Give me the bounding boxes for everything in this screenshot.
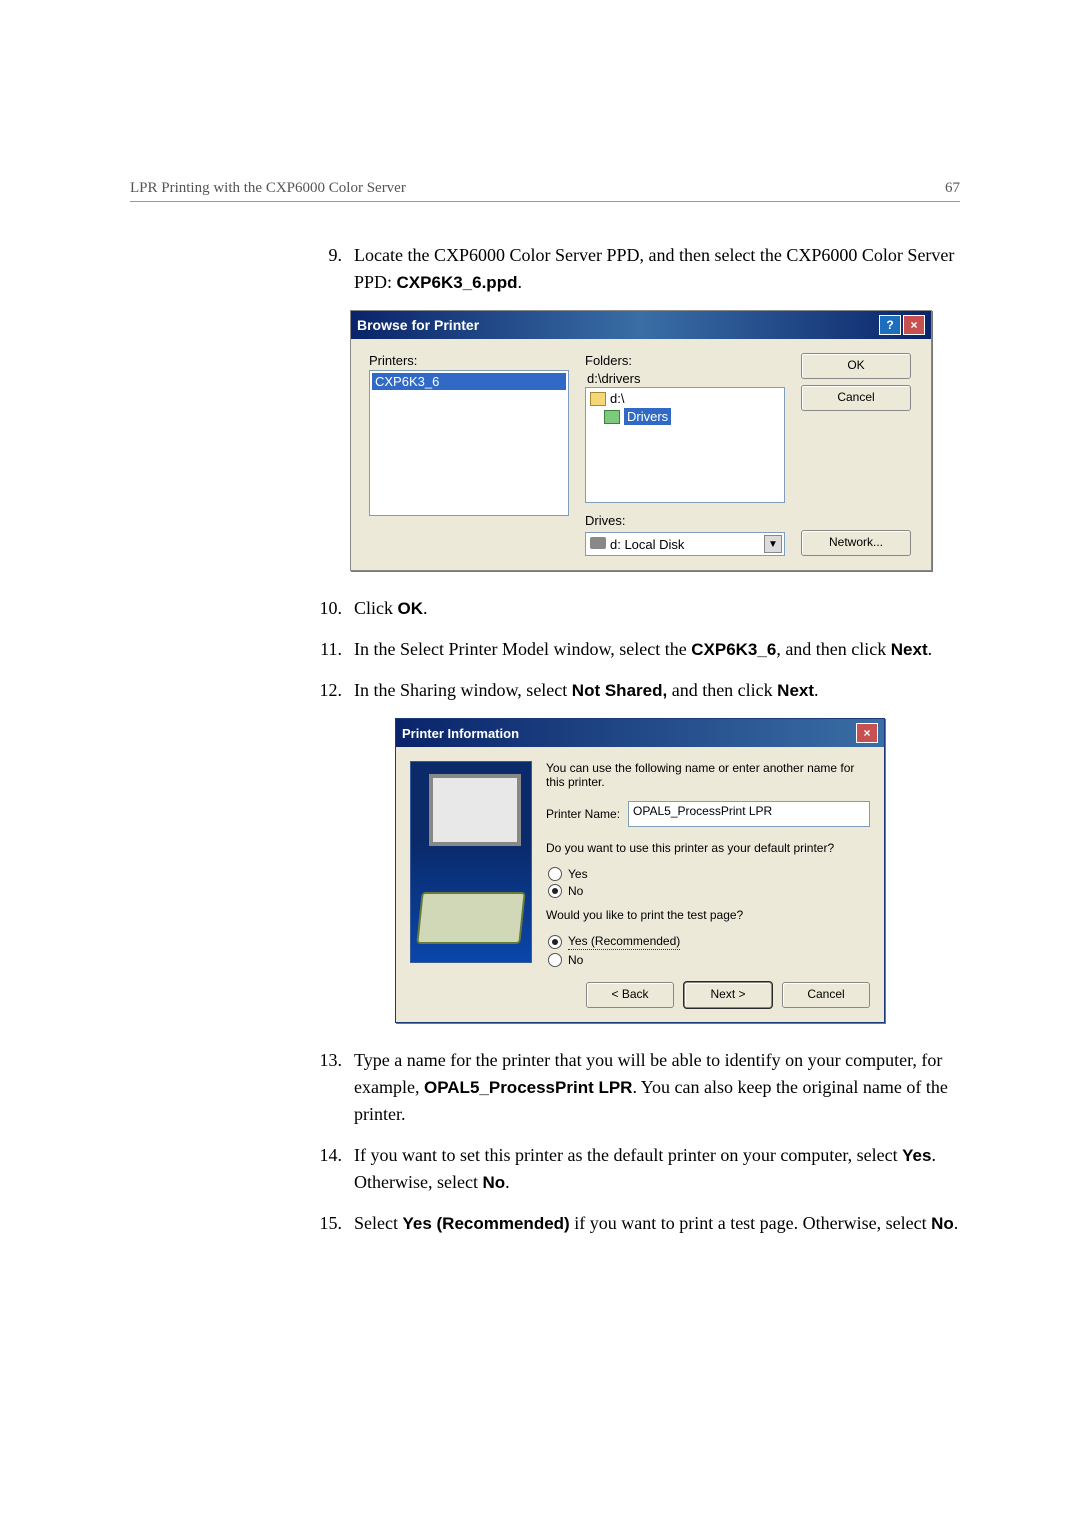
wizard-illustration [410, 761, 532, 963]
radio-icon [548, 884, 562, 898]
tree-item-drivers[interactable]: Drivers [602, 407, 782, 426]
cancel-button[interactable]: Cancel [801, 385, 911, 411]
step-text: Click OK. [354, 595, 960, 622]
drives-dropdown[interactable]: d: Local Disk ▼ [585, 532, 785, 556]
default-printer-question: Do you want to use this printer as your … [546, 841, 870, 855]
ok-button[interactable]: OK [801, 353, 911, 379]
dialog-title: Browse for Printer [357, 317, 479, 333]
radio-default-no[interactable]: No [548, 884, 870, 898]
radio-icon [548, 935, 562, 949]
step-12: 12. In the Sharing window, select Not Sh… [310, 677, 960, 704]
back-button[interactable]: < Back [586, 982, 674, 1008]
radio-icon [548, 953, 562, 967]
header-left: LPR Printing with the CXP6000 Color Serv… [130, 180, 406, 197]
step-text: Locate the CXP6000 Color Server PPD, and… [354, 242, 960, 296]
printers-listbox[interactable]: CXP6K3_6 [369, 370, 569, 516]
header-page-number: 67 [945, 180, 960, 197]
help-icon[interactable]: ? [879, 315, 901, 335]
step-10: 10. Click OK. [310, 595, 960, 622]
step-11: 11. In the Select Printer Model window, … [310, 636, 960, 663]
dialog-title: Printer Information [402, 726, 519, 741]
close-icon[interactable]: × [903, 315, 925, 335]
step-text: Type a name for the printer that you wil… [354, 1047, 960, 1128]
step-14: 14. If you want to set this printer as t… [310, 1142, 960, 1196]
step-number: 11. [310, 636, 342, 663]
printer-information-dialog: Printer Information × You can use the fo… [395, 718, 885, 1023]
folders-listbox[interactable]: d:\ Drivers [585, 387, 785, 503]
radio-testpage-no[interactable]: No [548, 953, 870, 967]
radio-default-yes[interactable]: Yes [548, 867, 870, 881]
printer-name-input[interactable]: OPAL5_ProcessPrint LPR [628, 801, 870, 827]
close-icon[interactable]: × [856, 723, 878, 743]
step-15: 15. Select Yes (Recommended) if you want… [310, 1210, 960, 1237]
step-number: 15. [310, 1210, 342, 1237]
step-13: 13. Type a name for the printer that you… [310, 1047, 960, 1128]
dialog-title-bar[interactable]: Browse for Printer ? × [351, 311, 931, 339]
step-number: 12. [310, 677, 342, 704]
printer-item[interactable]: CXP6K3_6 [372, 373, 566, 390]
folder-path: d:\drivers [585, 370, 785, 387]
next-button[interactable]: Next > [684, 982, 772, 1008]
step-number: 10. [310, 595, 342, 622]
printer-name-label: Printer Name: [546, 807, 620, 821]
test-page-question: Would you like to print the test page? [546, 908, 870, 922]
step-9: 9. Locate the CXP6000 Color Server PPD, … [310, 242, 960, 296]
page-header: LPR Printing with the CXP6000 Color Serv… [130, 180, 960, 202]
folders-label: Folders: [585, 353, 785, 368]
folder-icon [590, 392, 606, 406]
drives-label: Drives: [585, 513, 785, 528]
tree-item-root[interactable]: d:\ [588, 390, 782, 407]
dialog-title-bar[interactable]: Printer Information × [396, 719, 884, 747]
cancel-button[interactable]: Cancel [782, 982, 870, 1008]
step-number: 9. [310, 242, 342, 296]
printers-label: Printers: [369, 353, 569, 368]
network-button[interactable]: Network... [801, 530, 911, 556]
folder-open-icon [604, 410, 620, 424]
chevron-down-icon[interactable]: ▼ [764, 535, 782, 553]
step-text: If you want to set this printer as the d… [354, 1142, 960, 1196]
intro-text: You can use the following name or enter … [546, 761, 870, 789]
browse-for-printer-dialog: Browse for Printer ? × Printers: CXP6K3_… [350, 310, 932, 571]
drive-icon [590, 537, 606, 549]
radio-testpage-yes[interactable]: Yes (Recommended) [548, 934, 870, 950]
step-text: Select Yes (Recommended) if you want to … [354, 1210, 960, 1237]
radio-icon [548, 867, 562, 881]
step-text: In the Select Printer Model window, sele… [354, 636, 960, 663]
step-text: In the Sharing window, select Not Shared… [354, 677, 960, 704]
step-number: 13. [310, 1047, 342, 1128]
step-number: 14. [310, 1142, 342, 1196]
